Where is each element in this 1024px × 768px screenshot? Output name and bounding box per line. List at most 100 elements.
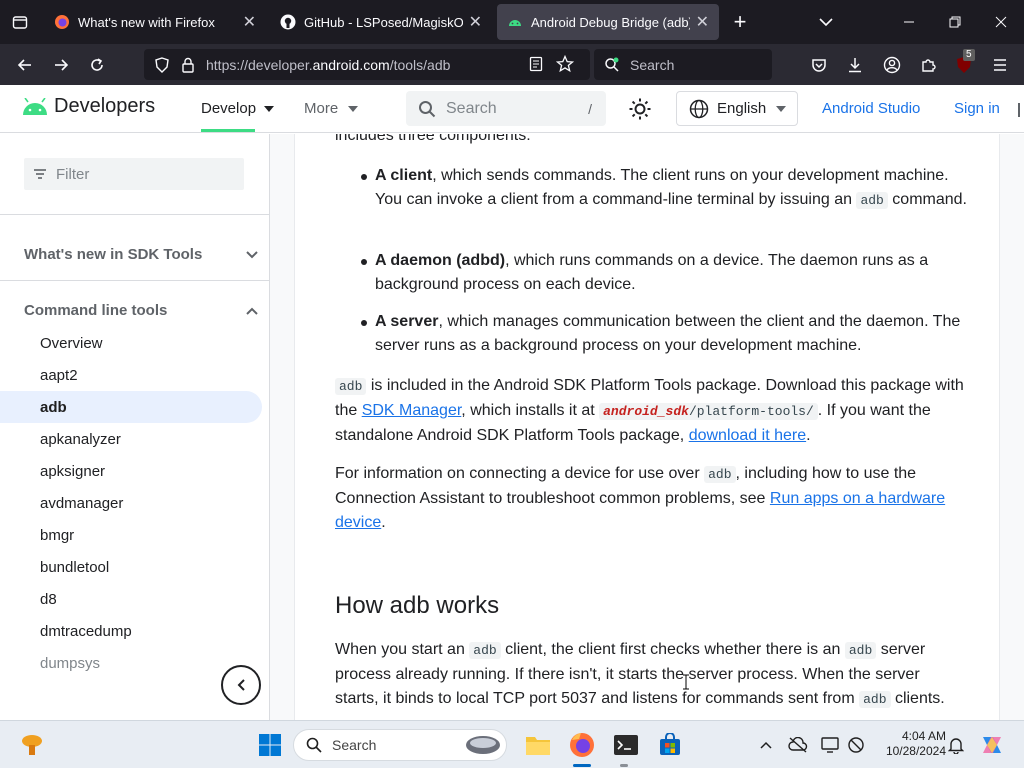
minimize-window-icon[interactable] [886, 0, 932, 44]
site-header: Developers Develop More Search / English… [0, 85, 1024, 133]
tab-overview-icon[interactable] [8, 10, 32, 34]
account-icon[interactable] [877, 50, 907, 80]
reader-view-icon[interactable] [528, 56, 544, 75]
close-tab-icon[interactable]: ✕ [696, 12, 709, 32]
bullet [361, 320, 367, 326]
bullet-text: command. [887, 191, 967, 208]
url-path: /tools/adb [389, 56, 451, 73]
tab-github[interactable]: GitHub - LSPosed/MagiskOnWSA ✕ [270, 4, 492, 40]
address-bar[interactable]: https://developer.android.com/tools/adb [144, 49, 590, 80]
bullet-term: A daemon (adbd) [375, 252, 506, 269]
sidebar-item-bundletool[interactable]: bundletool [0, 551, 262, 583]
caret-down-icon [348, 105, 359, 112]
running-app-indicator [620, 764, 628, 767]
paragraph-text: When you start an [335, 641, 470, 658]
copilot-icon[interactable] [976, 729, 1008, 761]
list-all-tabs-icon[interactable] [814, 12, 838, 32]
bullet-client: A client, which sends commands. The clie… [375, 164, 975, 213]
back-icon[interactable] [10, 50, 40, 80]
tab-firefox-whats-new[interactable]: What's new with Firefox ✕ [44, 4, 266, 40]
nav-more[interactable]: More [304, 100, 359, 117]
pocket-icon[interactable] [804, 50, 834, 80]
search-engine-icon [604, 57, 626, 73]
notifications-icon[interactable] [940, 729, 972, 761]
downloads-icon[interactable] [840, 50, 870, 80]
tab-title: GitHub - LSPosed/MagiskOnWSA [304, 14, 463, 30]
chevron-down-icon [246, 250, 258, 259]
store-icon[interactable] [654, 729, 686, 761]
new-tab-icon[interactable]: + [728, 8, 752, 36]
site-search-input[interactable]: Search / [406, 91, 606, 126]
tracking-protection-icon[interactable] [148, 56, 176, 73]
nav-develop[interactable]: Develop [201, 100, 275, 117]
app-menu-icon[interactable] [985, 50, 1015, 80]
bullet-term: A server [375, 313, 439, 330]
cloud-offline-icon[interactable] [782, 729, 814, 761]
close-tab-icon[interactable]: ✕ [243, 12, 256, 32]
forward-icon[interactable] [46, 50, 76, 80]
system-clock[interactable]: 4:04 AM 10/28/2024 [876, 729, 946, 759]
close-tab-icon[interactable]: ✕ [469, 12, 482, 32]
sidebar-item-aapt2[interactable]: aapt2 [0, 359, 262, 391]
sidebar-item-overview[interactable]: Overview [0, 327, 262, 359]
paragraph-text: client, the client first checks whether … [500, 641, 845, 658]
close-window-icon[interactable] [978, 0, 1024, 44]
tab-adb[interactable]: Android Debug Bridge (adb) | A ✕ [497, 4, 719, 40]
sign-in-link[interactable]: Sign in [954, 100, 1000, 117]
nav-develop-underline [201, 129, 255, 132]
firefox-taskbar-icon[interactable] [566, 729, 598, 761]
widgets-icon[interactable] [16, 729, 48, 761]
android-icon [507, 14, 523, 30]
sidebar-section-command-line-tools[interactable]: Command line tools [24, 302, 258, 319]
url-scheme: https://developer. [206, 56, 313, 73]
language-selector[interactable]: English [676, 91, 798, 126]
paragraph-text: For information on connecting a device f… [335, 465, 705, 482]
github-icon [280, 14, 296, 30]
sidebar-item-adb[interactable]: adb [0, 391, 262, 423]
inline-code-path: android_sdk/platform-tools/ [599, 403, 818, 420]
bullet [361, 174, 367, 180]
theme-toggle-icon[interactable] [628, 97, 652, 121]
sidebar-section-whats-new[interactable]: What's new in SDK Tools [24, 246, 258, 263]
ublock-origin-icon[interactable]: 5 [949, 49, 979, 80]
sidebar-filter-input[interactable]: Filter [24, 158, 244, 190]
bookmark-star-icon[interactable] [555, 54, 575, 76]
paragraph-text: . [381, 514, 386, 531]
sidebar-item-avdmanager[interactable]: avdmanager [0, 487, 262, 519]
inline-code: adb [859, 691, 891, 708]
taskbar-search[interactable]: Search [293, 729, 507, 761]
search-icon [418, 100, 436, 118]
network-icon[interactable] [840, 729, 872, 761]
sidebar-item-d8[interactable]: d8 [0, 583, 262, 615]
reload-icon[interactable] [82, 50, 112, 80]
filter-placeholder: Filter [56, 165, 90, 183]
file-explorer-icon[interactable] [522, 729, 554, 761]
android-studio-link[interactable]: Android Studio [822, 100, 920, 117]
sidebar-item-dmtracedump[interactable]: dmtracedump [0, 615, 262, 647]
extensions-icon[interactable] [913, 50, 943, 80]
url-text: https://developer.android.com/tools/adb [206, 57, 450, 73]
collapse-sidebar-button[interactable] [221, 665, 261, 705]
sidebar-item-apksigner[interactable]: apksigner [0, 455, 262, 487]
logo-text: Developers [54, 95, 156, 117]
sidebar-divider [0, 214, 270, 215]
chevron-up-icon[interactable] [750, 729, 782, 761]
lock-icon[interactable] [176, 57, 200, 73]
paragraph-how-adb-works: When you start an adb client, the client… [335, 638, 965, 712]
bullet-text: , which manages communication between th… [375, 313, 961, 354]
developers-logo[interactable]: Developers [22, 95, 155, 118]
start-icon[interactable] [254, 729, 286, 761]
download-it-here-link[interactable]: download it here [689, 427, 806, 444]
browser-search-box[interactable]: Search [594, 49, 772, 80]
restore-window-icon[interactable] [932, 0, 978, 44]
bullet-term: A client [375, 167, 433, 184]
clock-time: 4:04 AM [901, 729, 946, 743]
tab-title: What's new with Firefox [78, 14, 215, 30]
sidebar-item-bmgr[interactable]: bmgr [0, 519, 262, 551]
search-shortcut-key: / [588, 100, 592, 117]
clock-date: 10/28/2024 [885, 744, 946, 758]
sdk-manager-link[interactable]: SDK Manager [362, 402, 462, 419]
terminal-icon[interactable] [610, 729, 642, 761]
sidebar-item-apkanalyzer[interactable]: apkanalyzer [0, 423, 262, 455]
sidebar-divider [0, 280, 270, 281]
